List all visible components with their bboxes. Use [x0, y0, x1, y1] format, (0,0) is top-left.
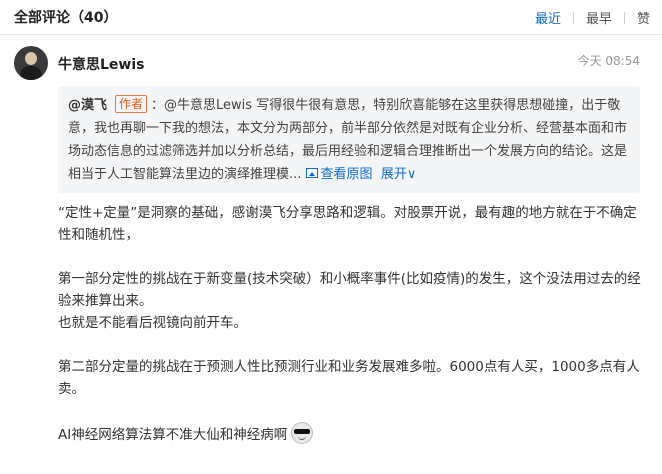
- sunglasses-emoji-icon: [291, 422, 314, 444]
- sort-tab-latest[interactable]: 最近: [535, 8, 561, 27]
- avatar-body: [20, 66, 42, 80]
- sort-tab-likes[interactable]: 赞: [637, 8, 650, 27]
- comment-author[interactable]: 牛意思Lewis: [58, 54, 144, 74]
- comment-paragraph: 第一部分定性的挑战在于新变量(技术突破）和小概率事件(比如疫情)的发生，这个没法…: [58, 271, 641, 309]
- expand-label: 展开: [380, 167, 407, 182]
- quote-text-block: @漠飞 作者 ：@牛意思Lewis 写得很牛很有意思，特别欣喜能够在这里获得思想碰撞…: [68, 94, 628, 186]
- comment-paragraph: 也就是不能看后视镜向前开车。: [58, 315, 247, 331]
- tab-divider: [623, 11, 625, 24]
- sort-tabs: 最近 最早 赞: [535, 8, 650, 27]
- sort-tab-earliest[interactable]: 最早: [586, 8, 612, 27]
- header-divider: [0, 34, 662, 35]
- view-image-link[interactable]: 查看原图: [305, 167, 373, 182]
- comment-paragraph: “定性+定量”是洞察的基础，感谢漠飞分享思路和逻辑。对股票开说，最有趣的地方就在…: [58, 205, 637, 243]
- avatar[interactable]: [14, 46, 48, 80]
- expand-link[interactable]: 展开∨: [381, 167, 417, 182]
- comment-paragraph: AI神经网络算法算不准大仙和神经病啊: [58, 427, 288, 443]
- comments-header: 全部评论（40） 最近 最早 赞: [0, 0, 662, 34]
- comment-time: 今天 08:54: [577, 54, 640, 68]
- comment-body: “定性+定量”是洞察的基础，感谢漠飞分享思路和逻辑。对股票开说，最有趣的地方就在…: [58, 202, 642, 446]
- image-icon: [305, 168, 318, 178]
- quoted-reply: @漠飞 作者 ：@牛意思Lewis 写得很牛很有意思，特别欣喜能够在这里获得思想碰撞…: [58, 86, 640, 193]
- view-image-label: 查看原图: [320, 167, 373, 182]
- author-badge: 作者: [115, 95, 148, 113]
- avatar-head: [25, 52, 37, 65]
- tab-divider: [572, 11, 574, 24]
- comment-paragraph: 第二部分定量的挑战在于预测人性比预测行业和业务发展难多啦。6000点有人买，10…: [58, 359, 640, 397]
- quote-author-mention[interactable]: @漠飞: [68, 98, 107, 113]
- chevron-down-icon: ∨: [406, 167, 417, 182]
- comments-title: 全部评论（40）: [14, 10, 118, 26]
- comment-last-line: AI神经网络算法算不准大仙和神经病啊: [58, 422, 642, 446]
